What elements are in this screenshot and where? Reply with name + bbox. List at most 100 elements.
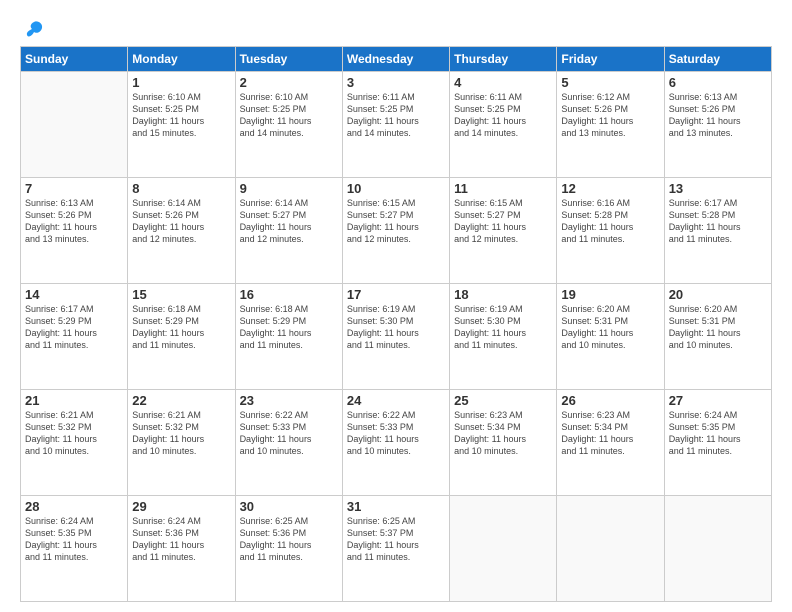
calendar-cell: 28Sunrise: 6:24 AM Sunset: 5:35 PM Dayli… (21, 496, 128, 602)
day-number: 31 (347, 499, 445, 514)
day-info: Sunrise: 6:14 AM Sunset: 5:27 PM Dayligh… (240, 197, 338, 246)
day-number: 19 (561, 287, 659, 302)
day-info: Sunrise: 6:22 AM Sunset: 5:33 PM Dayligh… (240, 409, 338, 458)
day-number: 25 (454, 393, 552, 408)
calendar-cell: 8Sunrise: 6:14 AM Sunset: 5:26 PM Daylig… (128, 178, 235, 284)
page: SundayMondayTuesdayWednesdayThursdayFrid… (0, 0, 792, 612)
calendar-cell: 25Sunrise: 6:23 AM Sunset: 5:34 PM Dayli… (450, 390, 557, 496)
calendar-header-row: SundayMondayTuesdayWednesdayThursdayFrid… (21, 47, 772, 72)
day-info: Sunrise: 6:10 AM Sunset: 5:25 PM Dayligh… (240, 91, 338, 140)
day-info: Sunrise: 6:11 AM Sunset: 5:25 PM Dayligh… (347, 91, 445, 140)
calendar-weekday-thursday: Thursday (450, 47, 557, 72)
day-number: 22 (132, 393, 230, 408)
day-number: 27 (669, 393, 767, 408)
day-number: 15 (132, 287, 230, 302)
day-number: 20 (669, 287, 767, 302)
calendar-cell: 19Sunrise: 6:20 AM Sunset: 5:31 PM Dayli… (557, 284, 664, 390)
calendar-cell: 16Sunrise: 6:18 AM Sunset: 5:29 PM Dayli… (235, 284, 342, 390)
day-number: 7 (25, 181, 123, 196)
day-info: Sunrise: 6:23 AM Sunset: 5:34 PM Dayligh… (454, 409, 552, 458)
day-info: Sunrise: 6:11 AM Sunset: 5:25 PM Dayligh… (454, 91, 552, 140)
calendar-cell: 31Sunrise: 6:25 AM Sunset: 5:37 PM Dayli… (342, 496, 449, 602)
day-number: 30 (240, 499, 338, 514)
calendar-weekday-tuesday: Tuesday (235, 47, 342, 72)
day-number: 8 (132, 181, 230, 196)
day-number: 14 (25, 287, 123, 302)
calendar-cell: 30Sunrise: 6:25 AM Sunset: 5:36 PM Dayli… (235, 496, 342, 602)
calendar-weekday-friday: Friday (557, 47, 664, 72)
day-number: 3 (347, 75, 445, 90)
day-info: Sunrise: 6:21 AM Sunset: 5:32 PM Dayligh… (25, 409, 123, 458)
calendar-cell (664, 496, 771, 602)
calendar-cell: 12Sunrise: 6:16 AM Sunset: 5:28 PM Dayli… (557, 178, 664, 284)
day-info: Sunrise: 6:24 AM Sunset: 5:35 PM Dayligh… (669, 409, 767, 458)
day-info: Sunrise: 6:24 AM Sunset: 5:35 PM Dayligh… (25, 515, 123, 564)
day-info: Sunrise: 6:17 AM Sunset: 5:28 PM Dayligh… (669, 197, 767, 246)
day-info: Sunrise: 6:20 AM Sunset: 5:31 PM Dayligh… (669, 303, 767, 352)
day-number: 6 (669, 75, 767, 90)
calendar-cell: 18Sunrise: 6:19 AM Sunset: 5:30 PM Dayli… (450, 284, 557, 390)
day-number: 21 (25, 393, 123, 408)
calendar-cell: 10Sunrise: 6:15 AM Sunset: 5:27 PM Dayli… (342, 178, 449, 284)
day-info: Sunrise: 6:14 AM Sunset: 5:26 PM Dayligh… (132, 197, 230, 246)
calendar-weekday-saturday: Saturday (664, 47, 771, 72)
day-number: 10 (347, 181, 445, 196)
calendar-week-row: 21Sunrise: 6:21 AM Sunset: 5:32 PM Dayli… (21, 390, 772, 496)
day-number: 17 (347, 287, 445, 302)
day-info: Sunrise: 6:12 AM Sunset: 5:26 PM Dayligh… (561, 91, 659, 140)
calendar-week-row: 28Sunrise: 6:24 AM Sunset: 5:35 PM Dayli… (21, 496, 772, 602)
day-info: Sunrise: 6:17 AM Sunset: 5:29 PM Dayligh… (25, 303, 123, 352)
day-info: Sunrise: 6:13 AM Sunset: 5:26 PM Dayligh… (25, 197, 123, 246)
day-number: 23 (240, 393, 338, 408)
day-info: Sunrise: 6:19 AM Sunset: 5:30 PM Dayligh… (454, 303, 552, 352)
day-number: 12 (561, 181, 659, 196)
calendar-cell: 20Sunrise: 6:20 AM Sunset: 5:31 PM Dayli… (664, 284, 771, 390)
calendar-cell: 21Sunrise: 6:21 AM Sunset: 5:32 PM Dayli… (21, 390, 128, 496)
day-number: 13 (669, 181, 767, 196)
calendar-cell: 14Sunrise: 6:17 AM Sunset: 5:29 PM Dayli… (21, 284, 128, 390)
day-number: 18 (454, 287, 552, 302)
day-number: 26 (561, 393, 659, 408)
calendar-cell: 1Sunrise: 6:10 AM Sunset: 5:25 PM Daylig… (128, 72, 235, 178)
calendar-cell: 3Sunrise: 6:11 AM Sunset: 5:25 PM Daylig… (342, 72, 449, 178)
day-info: Sunrise: 6:22 AM Sunset: 5:33 PM Dayligh… (347, 409, 445, 458)
day-info: Sunrise: 6:18 AM Sunset: 5:29 PM Dayligh… (132, 303, 230, 352)
day-number: 24 (347, 393, 445, 408)
day-info: Sunrise: 6:24 AM Sunset: 5:36 PM Dayligh… (132, 515, 230, 564)
calendar-cell (21, 72, 128, 178)
day-info: Sunrise: 6:21 AM Sunset: 5:32 PM Dayligh… (132, 409, 230, 458)
calendar-cell: 27Sunrise: 6:24 AM Sunset: 5:35 PM Dayli… (664, 390, 771, 496)
day-number: 11 (454, 181, 552, 196)
logo (20, 18, 45, 36)
calendar-cell: 23Sunrise: 6:22 AM Sunset: 5:33 PM Dayli… (235, 390, 342, 496)
day-number: 1 (132, 75, 230, 90)
calendar-cell: 22Sunrise: 6:21 AM Sunset: 5:32 PM Dayli… (128, 390, 235, 496)
header (20, 18, 772, 36)
day-number: 28 (25, 499, 123, 514)
day-info: Sunrise: 6:10 AM Sunset: 5:25 PM Dayligh… (132, 91, 230, 140)
logo-bird-icon (23, 18, 45, 40)
day-number: 4 (454, 75, 552, 90)
calendar-cell: 26Sunrise: 6:23 AM Sunset: 5:34 PM Dayli… (557, 390, 664, 496)
day-info: Sunrise: 6:20 AM Sunset: 5:31 PM Dayligh… (561, 303, 659, 352)
calendar-cell: 5Sunrise: 6:12 AM Sunset: 5:26 PM Daylig… (557, 72, 664, 178)
day-info: Sunrise: 6:15 AM Sunset: 5:27 PM Dayligh… (347, 197, 445, 246)
day-number: 16 (240, 287, 338, 302)
calendar-week-row: 7Sunrise: 6:13 AM Sunset: 5:26 PM Daylig… (21, 178, 772, 284)
calendar-cell: 13Sunrise: 6:17 AM Sunset: 5:28 PM Dayli… (664, 178, 771, 284)
calendar-cell: 17Sunrise: 6:19 AM Sunset: 5:30 PM Dayli… (342, 284, 449, 390)
day-info: Sunrise: 6:19 AM Sunset: 5:30 PM Dayligh… (347, 303, 445, 352)
calendar-cell: 24Sunrise: 6:22 AM Sunset: 5:33 PM Dayli… (342, 390, 449, 496)
day-number: 5 (561, 75, 659, 90)
calendar-cell: 9Sunrise: 6:14 AM Sunset: 5:27 PM Daylig… (235, 178, 342, 284)
calendar-table: SundayMondayTuesdayWednesdayThursdayFrid… (20, 46, 772, 602)
day-info: Sunrise: 6:16 AM Sunset: 5:28 PM Dayligh… (561, 197, 659, 246)
calendar-cell: 2Sunrise: 6:10 AM Sunset: 5:25 PM Daylig… (235, 72, 342, 178)
calendar-cell (450, 496, 557, 602)
calendar-cell: 6Sunrise: 6:13 AM Sunset: 5:26 PM Daylig… (664, 72, 771, 178)
calendar-cell: 11Sunrise: 6:15 AM Sunset: 5:27 PM Dayli… (450, 178, 557, 284)
day-info: Sunrise: 6:15 AM Sunset: 5:27 PM Dayligh… (454, 197, 552, 246)
calendar-cell: 4Sunrise: 6:11 AM Sunset: 5:25 PM Daylig… (450, 72, 557, 178)
calendar-week-row: 1Sunrise: 6:10 AM Sunset: 5:25 PM Daylig… (21, 72, 772, 178)
calendar-cell: 29Sunrise: 6:24 AM Sunset: 5:36 PM Dayli… (128, 496, 235, 602)
